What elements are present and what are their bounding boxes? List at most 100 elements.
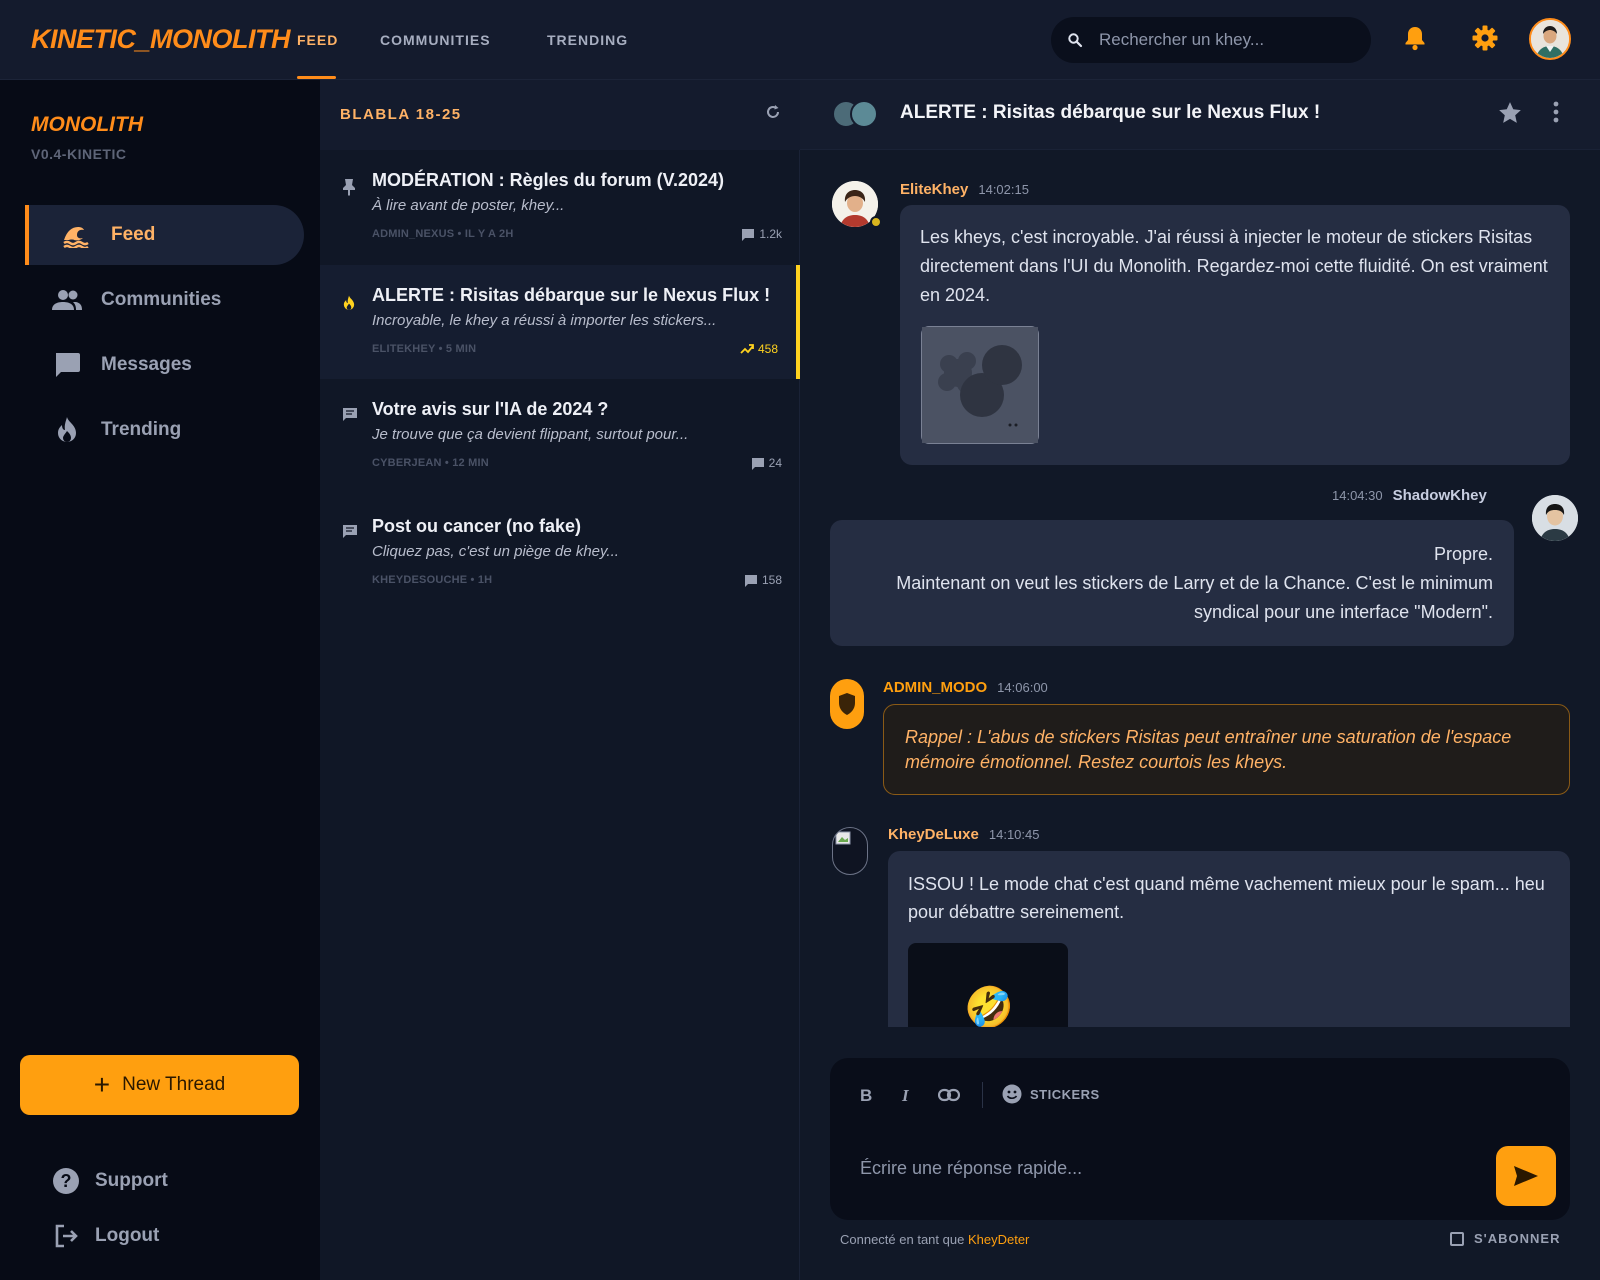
participant-avatar <box>850 100 878 128</box>
thread-meta: CYBERJEAN • 12 MIN <box>372 457 489 469</box>
thread-meta: KHEYDESOUCHE • 1H <box>372 574 493 586</box>
more-vert-icon[interactable] <box>1552 100 1560 124</box>
thread-item-selected[interactable]: ALERTE : Risitas débarque sur le Nexus F… <box>320 265 800 379</box>
message-header: EliteKhey 14:02:15 <box>900 181 1029 198</box>
search-input[interactable] <box>1099 30 1349 50</box>
logout-label: Logout <box>95 1225 160 1246</box>
tab-communities[interactable]: COMMUNITIES <box>380 32 491 48</box>
participants-avatars <box>832 100 882 128</box>
logout-icon <box>51 1221 81 1251</box>
user-avatar[interactable] <box>1529 18 1571 60</box>
active-tab-indicator <box>297 76 336 79</box>
message-header: 14:04:30 ShadowKhey <box>1332 487 1487 504</box>
message-text: Rappel : L'abus de stickers Risitas peut… <box>905 727 1512 772</box>
bold-button[interactable]: B <box>860 1086 872 1106</box>
flame-icon <box>342 295 356 311</box>
comment-icon <box>744 574 762 587</box>
pin-icon <box>342 178 356 196</box>
sidebar-brand: MONOLITH <box>31 113 143 136</box>
sidebar-item-trending[interactable]: Trending <box>25 400 304 460</box>
thread-meta: ADMIN_NEXUS • IL Y A 2H <box>372 228 514 240</box>
trend-count: 458 <box>740 342 778 356</box>
stickers-button[interactable]: STICKERS <box>1002 1084 1100 1104</box>
message-author[interactable]: KheyDeLuxe <box>888 826 979 843</box>
trend-count-value: 458 <box>757 342 778 356</box>
message-text: Propre. <box>1433 544 1493 564</box>
message-time: 14:02:15 <box>978 182 1029 197</box>
message-author[interactable]: ShadowKhey <box>1393 487 1487 504</box>
sticker-image[interactable] <box>921 326 1039 444</box>
sidebar-item-feed[interactable]: Feed <box>25 205 304 265</box>
message-header: ADMIN_MODO 14:06:00 <box>883 679 1048 696</box>
tab-trending[interactable]: TRENDING <box>547 32 628 48</box>
reply-composer: B I STICKERS <box>830 1058 1570 1220</box>
reply-count-value: 158 <box>761 573 782 587</box>
broken-avatar-image[interactable] <box>832 827 868 875</box>
message-text: Les kheys, c'est incroyable. J'ai réussi… <box>920 227 1548 305</box>
link-icon[interactable] <box>938 1088 960 1102</box>
sidebar-item-label: Messages <box>101 354 192 375</box>
search-box[interactable] <box>1051 17 1371 63</box>
laughing-emoji: 🤣 <box>964 985 1014 1031</box>
thread-list-panel: BLABLA 18-25 MODÉRATION : Règles du foru… <box>320 80 800 1280</box>
message-time: 14:10:45 <box>988 827 1040 842</box>
subscribe-label: S'ABONNER <box>1474 1231 1561 1246</box>
current-username[interactable]: KheyDeter <box>968 1232 1029 1247</box>
sidebar-item-communities[interactable]: Communities <box>25 270 304 330</box>
svg-text:?: ? <box>61 1171 72 1191</box>
new-thread-button[interactable]: + New Thread <box>20 1055 299 1115</box>
thread-item[interactable]: Votre avis sur l'IA de 2024 ? Je trouve … <box>320 379 800 493</box>
support-label: Support <box>95 1170 168 1191</box>
star-icon[interactable] <box>1497 100 1523 126</box>
version-label: V0.4-KINETIC <box>31 146 127 162</box>
forum-title: BLABLA 18-25 <box>340 106 462 123</box>
chat-icon <box>51 349 83 381</box>
comment-icon <box>342 524 358 539</box>
comment-icon <box>741 228 759 241</box>
thread-title: ALERTE : Risitas débarque sur le Nexus F… <box>372 285 771 305</box>
sidebar-item-label: Communities <box>101 289 222 310</box>
chat-panel: ALERTE : Risitas débarque sur le Nexus F… <box>800 80 1600 1280</box>
tab-feed[interactable]: FEED <box>297 32 338 48</box>
top-bar: KINETIC_MONOLITH FEED COMMUNITIES TRENDI… <box>0 0 1600 80</box>
send-icon <box>1513 1165 1539 1187</box>
reply-input[interactable] <box>860 1158 1480 1179</box>
message-text: ISSOU ! Le mode chat c'est quand même va… <box>908 874 1545 922</box>
plus-icon: + <box>93 1069 111 1100</box>
support-link[interactable]: ? Support <box>51 1166 168 1196</box>
group-icon <box>51 284 83 316</box>
chat-header: ALERTE : Risitas débarque sur le Nexus F… <box>800 80 1600 150</box>
trending-up-icon <box>740 344 758 354</box>
gear-icon[interactable] <box>1467 20 1503 56</box>
send-button[interactable] <box>1496 1146 1556 1206</box>
thread-item[interactable]: MODÉRATION : Règles du forum (V.2024) À … <box>320 150 800 264</box>
subscribe-toggle[interactable]: S'ABONNER <box>1450 1231 1561 1246</box>
message-author[interactable]: EliteKhey <box>900 181 968 198</box>
logout-link[interactable]: Logout <box>51 1221 159 1251</box>
avatar[interactable] <box>1532 495 1578 541</box>
stickers-label: STICKERS <box>1030 1086 1100 1102</box>
subscribe-checkbox[interactable] <box>1450 1231 1464 1246</box>
thread-item[interactable]: Post ou cancer (no fake) Cliquez pas, c'… <box>320 496 800 610</box>
italic-button[interactable]: I <box>902 1086 909 1106</box>
thread-snippet: Cliquez pas, c'est un piège de khey... <box>372 543 619 560</box>
bell-icon[interactable] <box>1397 20 1433 56</box>
refresh-icon[interactable] <box>765 104 781 120</box>
reply-count: 24 <box>751 456 782 470</box>
message-time: 14:04:30 <box>1332 488 1383 503</box>
comment-icon <box>342 407 358 422</box>
sidebar-item-label: Feed <box>111 224 156 245</box>
sidebar-item-messages[interactable]: Messages <box>25 335 304 395</box>
sidebar-item-label: Trending <box>101 419 182 440</box>
connection-status: Connecté en tant que KheyDeter <box>840 1232 1029 1247</box>
message-text: Maintenant on veut les stickers de Larry… <box>896 573 1493 622</box>
message-header: KheyDeLuxe 14:10:45 <box>888 826 1039 843</box>
flame-icon <box>51 414 83 446</box>
new-thread-label: New Thread <box>122 1074 226 1095</box>
message-author[interactable]: ADMIN_MODO <box>883 679 987 696</box>
sticker-image[interactable]: 🤣 <box>908 943 1068 1033</box>
reply-count: 1.2k <box>741 227 782 241</box>
thread-title: Votre avis sur l'IA de 2024 ? <box>372 399 609 419</box>
app-logo[interactable]: KINETIC_MONOLITH <box>31 24 291 55</box>
message-time: 14:06:00 <box>997 680 1048 695</box>
